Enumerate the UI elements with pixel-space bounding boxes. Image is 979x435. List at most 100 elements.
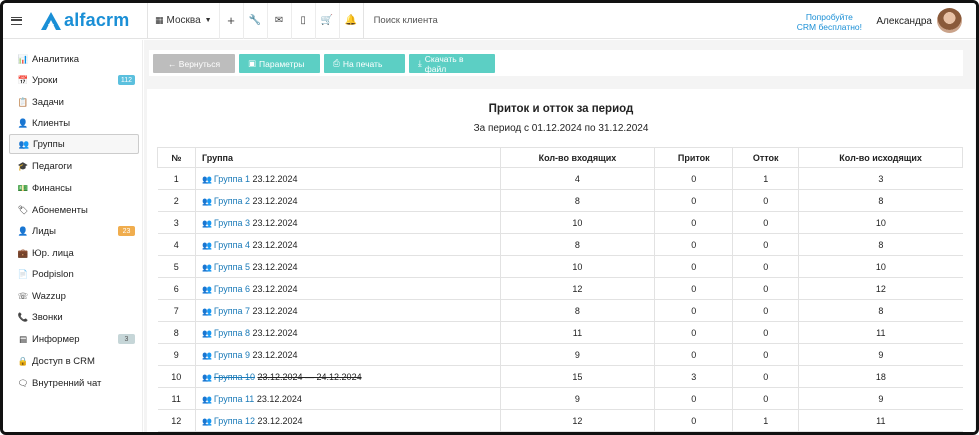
- table-row: 11 👥 Группа 11 23.12.2024 9 0 0 9: [157, 387, 963, 410]
- promo-link[interactable]: Попробуйте CRM бесплатно!: [797, 12, 862, 32]
- tools-button[interactable]: 🔧: [242, 3, 267, 39]
- group-link[interactable]: Группа 1: [214, 174, 250, 184]
- download-button[interactable]: ⤓ Скачать в файл: [409, 53, 495, 74]
- group-link[interactable]: Группа 10: [214, 372, 255, 382]
- sidebar-item-wazzup[interactable]: ☏ Wazzup: [9, 286, 139, 306]
- logo-mark-icon: [41, 11, 61, 30]
- report-table: № Группа Кол-во входящих Приток Отток Ко…: [157, 147, 963, 432]
- row-outgoing: 3: [798, 167, 963, 190]
- row-outflow: 1: [732, 409, 799, 432]
- sidebar-item-informer[interactable]: ▤ Информер 3: [9, 329, 139, 349]
- group-link[interactable]: Группа 12: [214, 416, 255, 426]
- sidebar-item-legal-entities[interactable]: 💼 Юр. лица: [9, 243, 139, 263]
- row-number: 1: [157, 167, 196, 190]
- row-incoming: 8: [499, 189, 655, 212]
- logo[interactable]: alfacrm: [41, 10, 147, 31]
- row-inflow: 0: [654, 409, 733, 432]
- sidebar-item-groups[interactable]: 👥 Группы: [9, 134, 139, 154]
- group-link[interactable]: Группа 4: [214, 240, 250, 250]
- informer-badge: 3: [118, 334, 135, 344]
- add-button[interactable]: +: [218, 3, 243, 39]
- menu-icon[interactable]: [3, 3, 29, 39]
- group-link[interactable]: Группа 2: [214, 196, 250, 206]
- leads-badge: 23: [118, 226, 135, 236]
- row-group-cell: 👥 Группа 8 23.12.2024: [194, 321, 501, 344]
- sidebar-item-label: Звонки: [32, 311, 63, 323]
- group-date: 23.12.2024: [252, 305, 298, 316]
- informer-icon: ▤: [18, 333, 28, 344]
- col-incoming[interactable]: Кол-во входящих: [499, 147, 656, 168]
- table-row: 12 👥 Группа 12 23.12.2024 12 0 1 11: [157, 409, 963, 432]
- row-outgoing: 9: [798, 387, 963, 410]
- sidebar-item-tasks[interactable]: 📋 Задачи: [9, 92, 139, 112]
- download-label: Скачать в файл: [424, 53, 464, 74]
- lessons-badge: 112: [117, 75, 135, 85]
- user-plus-icon: 👤: [17, 225, 29, 236]
- sidebar-item-internal-chat[interactable]: 🗨 Внутренний чат: [9, 373, 139, 393]
- group-link[interactable]: Группа 3: [214, 218, 250, 228]
- group-date: 23.12.2024: [252, 261, 298, 272]
- mobile-button[interactable]: ▯: [290, 3, 315, 39]
- sidebar-item-teachers[interactable]: 🎓 Педагоги: [9, 156, 139, 176]
- row-group-cell: 👥 Группа 12 23.12.2024: [194, 409, 501, 432]
- search-input[interactable]: Поиск клиента: [374, 15, 438, 26]
- row-outflow: 0: [732, 233, 799, 256]
- user-name[interactable]: Александра: [876, 16, 932, 27]
- sidebar-item-crm-access[interactable]: 🔒 Доступ в CRM: [9, 351, 139, 371]
- row-incoming: 12: [499, 277, 655, 300]
- notifications-button[interactable]: 🔔: [338, 3, 363, 39]
- row-group-cell: 👥 Группа 7 23.12.2024: [194, 299, 501, 322]
- cart-button[interactable]: 🛒: [314, 3, 339, 39]
- main-content: ← Вернуться ▣ Параметры ⎙ На печать ⤓ Ск…: [144, 40, 976, 432]
- mail-button[interactable]: ✉: [266, 3, 291, 39]
- caret-down-icon: ▼: [204, 17, 212, 24]
- row-number: 7: [157, 299, 196, 322]
- sidebar-item-podpislon[interactable]: 📄 Podpislon: [9, 264, 139, 284]
- row-group-cell: 👥 Группа 11 23.12.2024: [194, 387, 501, 410]
- lock-icon: 🔒: [17, 355, 29, 366]
- money-icon: 💵: [17, 182, 29, 193]
- table-row: 1 👥 Группа 1 23.12.2024 4 0 1 3: [157, 167, 963, 190]
- group-link[interactable]: Группа 5: [214, 262, 250, 272]
- promo-line1: Попробуйте: [805, 12, 853, 22]
- sidebar-item-leads[interactable]: 👤 Лиды 23: [9, 221, 139, 241]
- row-inflow: 0: [654, 167, 733, 190]
- avatar[interactable]: [937, 8, 962, 33]
- table-row: 2 👥 Группа 2 23.12.2024 8 0 0 8: [157, 189, 963, 212]
- col-outflow[interactable]: Отток: [732, 147, 800, 168]
- col-number[interactable]: №: [157, 147, 196, 168]
- users-icon: 👥: [201, 306, 212, 316]
- row-inflow: 0: [654, 277, 733, 300]
- users-icon: 👥: [201, 262, 212, 272]
- group-link[interactable]: Группа 7: [214, 306, 250, 316]
- sidebar-item-calls[interactable]: 📞 Звонки: [9, 307, 139, 327]
- row-outgoing: 8: [798, 189, 963, 212]
- print-icon: ⎙: [333, 58, 340, 68]
- group-link[interactable]: Группа 11: [214, 394, 254, 404]
- users-icon: 👥: [201, 240, 212, 250]
- group-link[interactable]: Группа 9: [214, 350, 250, 360]
- sidebar-item-label: Клиенты: [32, 117, 71, 129]
- sidebar-item-subscriptions[interactable]: 🏷 Абонементы: [9, 200, 139, 220]
- sidebar-item-clients[interactable]: 👤 Клиенты: [9, 113, 139, 133]
- sidebar-item-lessons[interactable]: 📅 Уроки 112: [9, 70, 139, 90]
- group-date: 23.12.2024: [252, 327, 298, 338]
- city-selector[interactable]: ▦ Москва ▼: [148, 3, 219, 39]
- row-incoming: 12: [499, 409, 655, 432]
- users-icon: 👥: [201, 350, 212, 360]
- parameters-button[interactable]: ▣ Параметры: [239, 54, 320, 73]
- col-outgoing[interactable]: Кол-во исходящих: [798, 147, 963, 168]
- row-outflow: 0: [732, 321, 799, 344]
- print-button[interactable]: ⎙ На печать: [324, 54, 405, 73]
- sidebar-item-analytics[interactable]: 📊 Аналитика: [9, 49, 139, 69]
- group-link[interactable]: Группа 6: [214, 284, 250, 294]
- back-button[interactable]: ← Вернуться: [153, 54, 235, 73]
- sidebar-item-finance[interactable]: 💵 Финансы: [9, 178, 139, 198]
- row-number: 11: [157, 387, 196, 410]
- group-link[interactable]: Группа 8: [214, 328, 250, 338]
- col-group[interactable]: Группа: [194, 147, 501, 168]
- row-group-cell: 👥 Группа 2 23.12.2024: [194, 189, 501, 212]
- download-icon: ⤓: [418, 58, 422, 68]
- col-inflow[interactable]: Приток: [654, 147, 734, 168]
- group-date: 23.12.2024: [252, 283, 298, 294]
